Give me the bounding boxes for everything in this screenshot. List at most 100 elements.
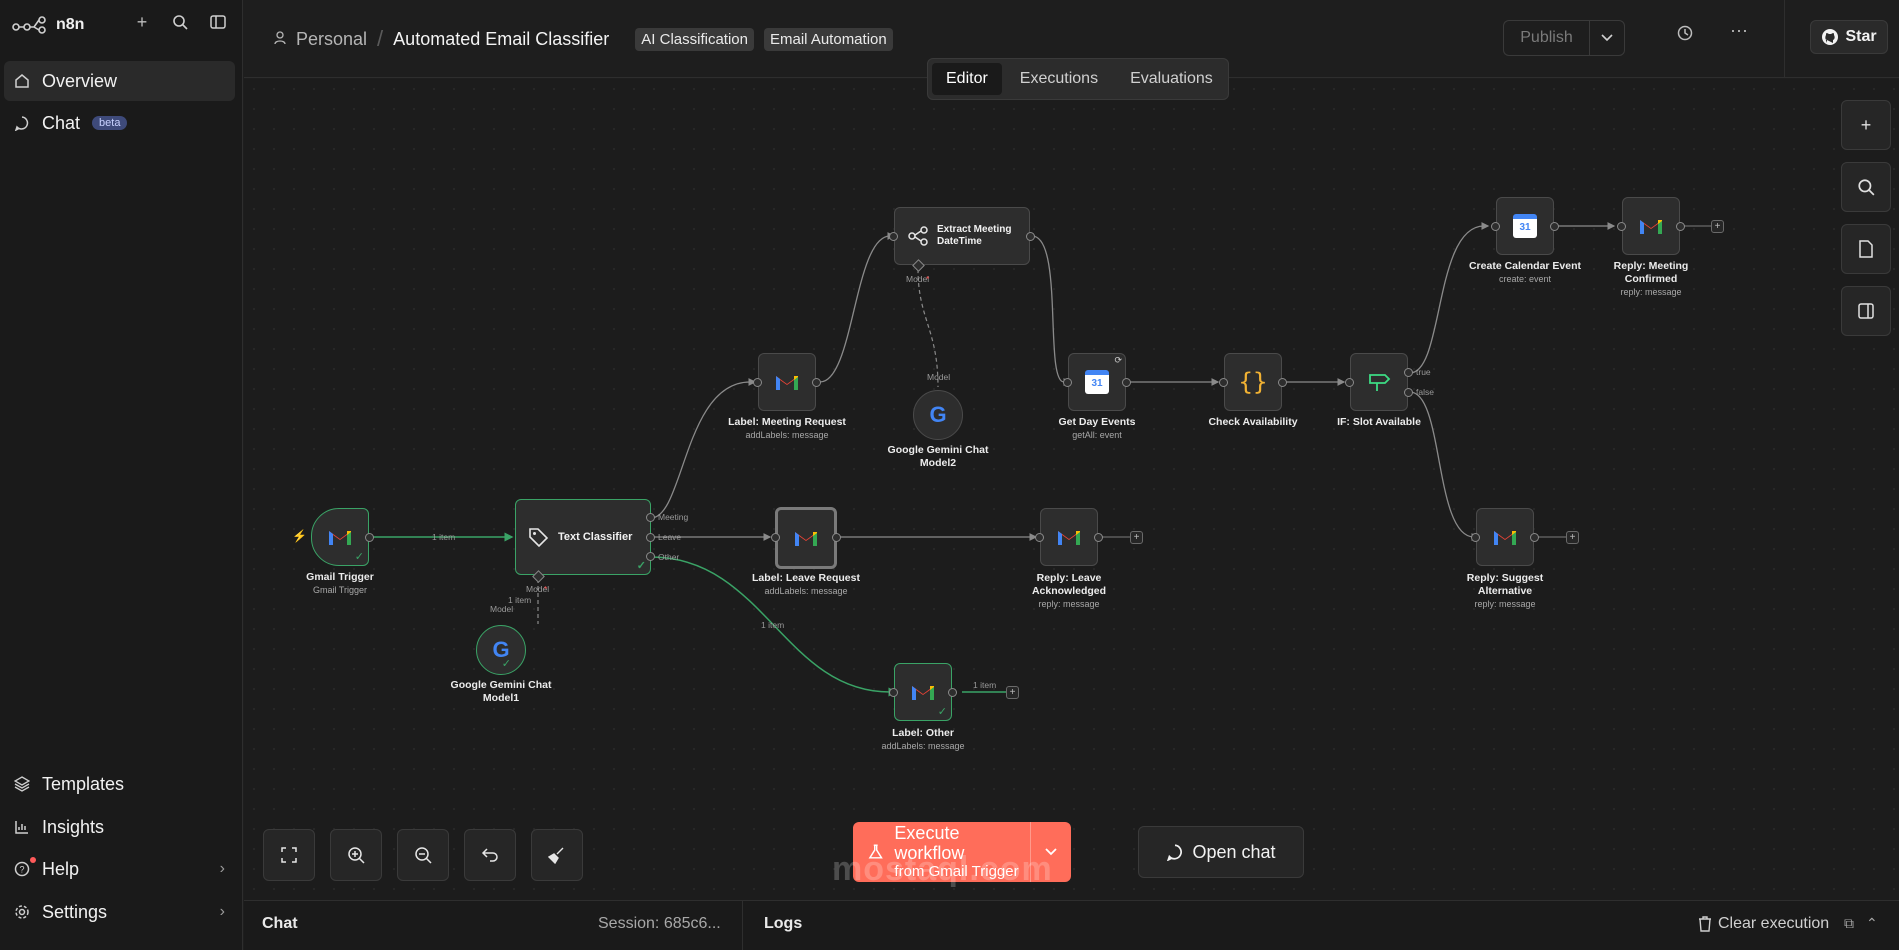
broom-icon xyxy=(548,847,564,864)
input-port[interactable] xyxy=(1063,378,1072,387)
output-port[interactable] xyxy=(1530,533,1539,542)
clear-execution-button[interactable]: Clear execution xyxy=(1698,915,1829,933)
open-chat-label: Open chat xyxy=(1192,841,1276,862)
workflow-canvas[interactable]: ⚡ ✓ Gmail Trigger Gmail Trigger 1 item T… xyxy=(244,79,1899,900)
clear-execution-label: Clear execution xyxy=(1718,915,1830,932)
wire-label: Leave xyxy=(658,532,682,542)
sticky-note-button[interactable] xyxy=(1841,224,1891,274)
undo-button[interactable] xyxy=(464,829,516,881)
node-gemini-model2[interactable]: G xyxy=(913,390,963,440)
tab-editor[interactable]: Editor xyxy=(932,63,1002,95)
input-port[interactable] xyxy=(1491,222,1500,231)
history-icon[interactable] xyxy=(1676,24,1694,47)
output-port-true[interactable] xyxy=(1404,368,1413,377)
project-link[interactable]: Personal xyxy=(296,29,367,50)
node-get-day-events[interactable]: 31 ⟳ xyxy=(1068,353,1126,411)
tab-executions[interactable]: Executions xyxy=(1006,63,1112,95)
output-port[interactable] xyxy=(832,533,841,542)
output-port-leave[interactable] xyxy=(646,533,655,542)
node-label-leave-request[interactable] xyxy=(775,507,837,569)
output-port[interactable] xyxy=(1094,533,1103,542)
input-port[interactable] xyxy=(1219,378,1228,387)
zoom-in-button[interactable] xyxy=(330,829,382,881)
node-extract-meeting-datetime[interactable]: Extract Meeting DateTime xyxy=(894,207,1030,265)
output-port[interactable] xyxy=(1122,378,1131,387)
node-sublabel: getAll: event xyxy=(1072,430,1122,440)
wire-meeting-extract xyxy=(819,232,896,383)
tidy-up-button[interactable] xyxy=(531,829,583,881)
input-port[interactable] xyxy=(1471,533,1480,542)
input-port[interactable] xyxy=(1345,378,1354,387)
zoom-out-button[interactable] xyxy=(397,829,449,881)
node-create-calendar-event[interactable]: 31 xyxy=(1496,197,1554,255)
output-port[interactable] xyxy=(1278,378,1287,387)
node-gemini-model1[interactable]: G ✓ xyxy=(476,625,526,675)
input-port[interactable] xyxy=(889,688,898,697)
workflow-name[interactable]: Automated Email Classifier xyxy=(393,29,609,50)
sidebar-item-help[interactable]: ? Help › xyxy=(4,849,235,889)
search-icon[interactable] xyxy=(170,12,190,32)
required-marker: * xyxy=(544,584,548,594)
output-port[interactable] xyxy=(948,688,957,697)
add-icon[interactable]: + xyxy=(132,12,152,32)
input-port[interactable] xyxy=(889,232,898,241)
add-node-button[interactable]: + xyxy=(1006,686,1019,699)
sidebar-item-insights[interactable]: Insights xyxy=(4,807,235,847)
chat-panel-tab[interactable]: Chat xyxy=(262,915,298,933)
fit-view-button[interactable] xyxy=(263,829,315,881)
chevron-up-icon[interactable]: ⌃ xyxy=(1866,915,1878,932)
toggle-panel-button[interactable] xyxy=(1841,286,1891,336)
add-node-button[interactable]: + xyxy=(1566,531,1579,544)
output-port-false[interactable] xyxy=(1404,388,1413,397)
required-marker: * xyxy=(926,274,930,284)
node-text-classifier[interactable]: Text Classifier ✓ xyxy=(515,499,651,575)
sidebar-item-templates[interactable]: Templates xyxy=(4,764,235,804)
open-chat-button[interactable]: Open chat xyxy=(1138,826,1304,878)
add-node-button[interactable]: + xyxy=(1711,220,1724,233)
collapse-sidebar-icon[interactable] xyxy=(208,12,228,32)
node-check-availability[interactable]: {} xyxy=(1224,353,1282,411)
add-node-panel-button[interactable]: + xyxy=(1841,100,1891,150)
popout-icon[interactable]: ⧉ xyxy=(1844,915,1854,932)
output-port[interactable] xyxy=(1550,222,1559,231)
input-port[interactable] xyxy=(1617,222,1626,231)
output-port[interactable] xyxy=(1026,232,1035,241)
output-port-meeting[interactable] xyxy=(646,513,655,522)
node-gmail-trigger[interactable]: ✓ xyxy=(311,508,369,566)
tab-evaluations[interactable]: Evaluations xyxy=(1116,63,1227,95)
node-label: DateTime xyxy=(937,236,982,247)
input-port[interactable] xyxy=(771,533,780,542)
node-reply-meeting-confirmed[interactable] xyxy=(1622,197,1680,255)
sidebar-item-settings[interactable]: Settings › xyxy=(4,892,235,932)
google-calendar-icon: 31 xyxy=(1085,370,1109,394)
sidebar-item-overview[interactable]: Overview xyxy=(4,61,235,101)
node-if-slot-available[interactable] xyxy=(1350,353,1408,411)
github-star-button[interactable]: Star xyxy=(1810,20,1888,54)
node-label-other[interactable]: ✓ xyxy=(894,663,952,721)
google-calendar-icon: 31 xyxy=(1513,214,1537,238)
wire-meeting xyxy=(650,378,757,519)
search-nodes-button[interactable] xyxy=(1841,162,1891,212)
add-node-button[interactable]: + xyxy=(1130,531,1143,544)
logo[interactable]: n8n xyxy=(12,10,84,40)
logs-panel-tab[interactable]: Logs xyxy=(764,915,802,933)
sidebar-item-chat[interactable]: Chat beta xyxy=(4,103,235,143)
n8n-logo-icon xyxy=(12,16,46,34)
output-port[interactable] xyxy=(1676,222,1685,231)
output-port-other[interactable] xyxy=(646,552,655,561)
node-reply-suggest-alternative[interactable] xyxy=(1476,508,1534,566)
node-reply-leave-acknowledged[interactable] xyxy=(1040,508,1098,566)
gmail-icon xyxy=(795,532,817,546)
input-port[interactable] xyxy=(1035,533,1044,542)
node-label-meeting-request[interactable] xyxy=(758,353,816,411)
tag-ai-classification[interactable]: AI Classification xyxy=(635,27,754,51)
output-port[interactable] xyxy=(812,378,821,387)
output-port[interactable] xyxy=(365,533,374,542)
plus-icon: + xyxy=(1860,114,1872,135)
input-port[interactable] xyxy=(753,378,762,387)
more-options-icon[interactable]: ··· xyxy=(1730,20,1748,41)
tag-email-automation[interactable]: Email Automation xyxy=(763,27,893,51)
publish-dropdown-button[interactable] xyxy=(1589,20,1625,56)
wire-extract-getday xyxy=(1031,235,1072,386)
publish-button[interactable]: Publish xyxy=(1503,20,1589,56)
